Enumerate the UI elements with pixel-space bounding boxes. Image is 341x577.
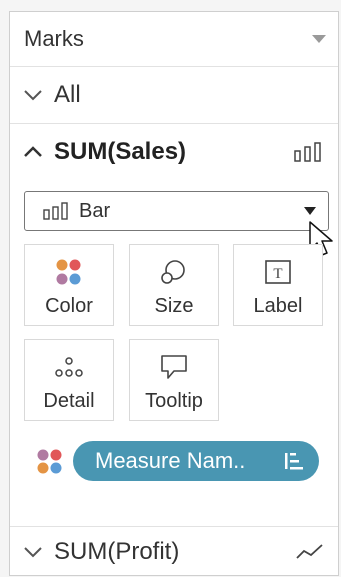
- measure-names-pill[interactable]: Measure Nam..: [73, 441, 319, 481]
- detail-button[interactable]: Detail: [24, 339, 114, 421]
- detail-label: Detail: [43, 390, 95, 412]
- sum-sales-label: SUM(Sales): [54, 138, 187, 165]
- bar-mark-icon: [43, 202, 68, 220]
- sum-profit-label: SUM(Profit): [54, 538, 180, 565]
- svg-text:T: T: [273, 266, 282, 282]
- sum-sales-section-header[interactable]: SUM(Sales): [10, 124, 338, 180]
- size-button[interactable]: Size: [129, 244, 219, 326]
- color-encoding-icon: [37, 449, 62, 474]
- color-label: Color: [45, 295, 93, 317]
- tooltip-label: Tooltip: [145, 390, 203, 412]
- bar-chart-icon: [294, 142, 321, 162]
- marks-header[interactable]: Marks: [10, 12, 338, 67]
- marks-title: Marks: [24, 26, 84, 51]
- chevron-down-icon: [24, 547, 42, 558]
- line-chart-icon: [296, 544, 323, 559]
- marks-menu-caret-icon[interactable]: [312, 35, 326, 43]
- all-section-header[interactable]: All: [10, 67, 338, 124]
- tooltip-button[interactable]: Tooltip: [129, 339, 219, 421]
- sort-icon: [285, 453, 303, 470]
- text-label-icon: T: [265, 260, 291, 284]
- mark-type-dropdown[interactable]: Bar: [24, 191, 333, 256]
- marks-card: Marks All SUM(Sales) Bar Color Size T La…: [9, 11, 339, 576]
- label-button[interactable]: T Label: [233, 244, 323, 326]
- color-button[interactable]: Color: [24, 244, 114, 326]
- label-label: Label: [253, 295, 303, 317]
- size-circles-icon: [161, 260, 185, 284]
- sum-profit-section-header[interactable]: SUM(Profit): [10, 527, 338, 577]
- size-label: Size: [154, 295, 194, 317]
- dropdown-arrow-icon[interactable]: [304, 207, 316, 215]
- tooltip-bubble-icon: [161, 355, 187, 379]
- mark-type-value: Bar: [79, 199, 111, 222]
- measure-names-label: Measure Nam..: [95, 448, 246, 473]
- detail-dots-icon: [55, 357, 83, 377]
- chevron-up-icon: [24, 146, 42, 157]
- chevron-down-icon: [24, 90, 42, 101]
- all-label: All: [54, 81, 81, 108]
- color-palette-icon: [56, 259, 81, 285]
